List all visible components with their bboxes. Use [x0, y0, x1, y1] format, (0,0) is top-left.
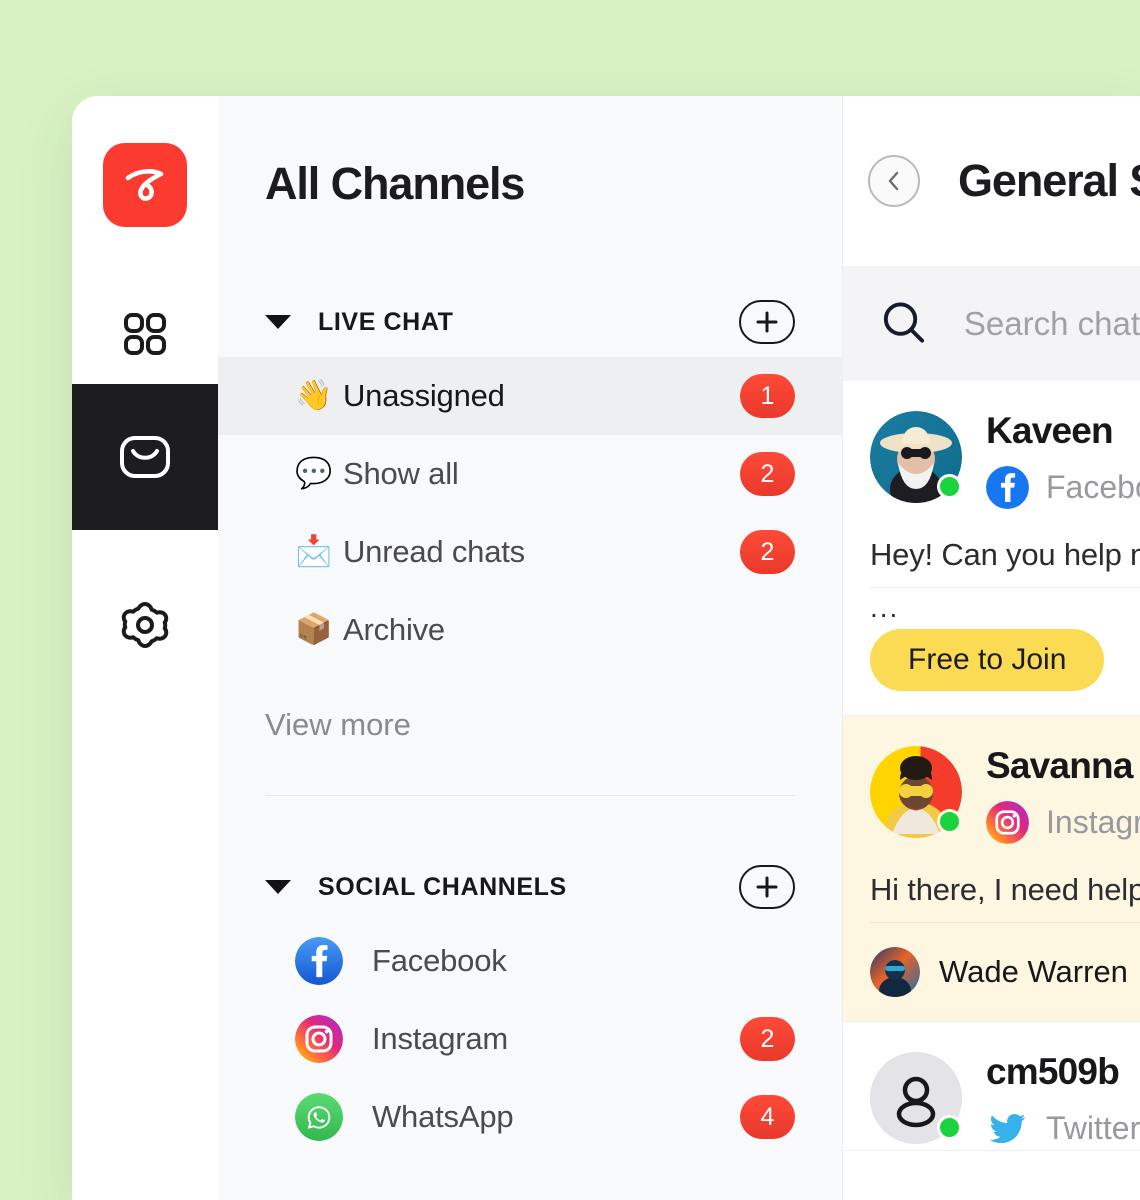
wave-emoji: 👋	[295, 379, 333, 412]
online-status-dot	[937, 474, 962, 499]
status-badge: 2	[740, 1017, 795, 1061]
sidebar-item-unassigned[interactable]: 👋 Unassigned 1	[218, 357, 842, 435]
chat-item-footer: ... Free to Join	[870, 586, 1140, 716]
facebook-icon	[295, 937, 343, 985]
sidebar-item-label: Archive	[343, 612, 445, 647]
chat-list-item[interactable]: cm509b Twitter	[843, 1022, 1140, 1151]
chat-item-header: Kaveen Facebook	[870, 410, 1140, 509]
avatar	[870, 946, 920, 997]
sidebar-item-label: Show all	[343, 456, 459, 491]
inbox-envelope-icon	[120, 436, 170, 478]
chat-item-header: Savanna Instagra	[870, 746, 1140, 844]
chat-source: Facebook	[986, 465, 1140, 509]
sidebar-item-label: Unread chats	[343, 534, 525, 569]
sidebar-item-whatsapp[interactable]: WhatsApp 4	[218, 1078, 842, 1156]
nav-item-settings[interactable]	[72, 574, 218, 674]
chat-preview-text: Hey! Can you help me	[870, 536, 1140, 572]
avatar	[870, 411, 962, 503]
chat-tag[interactable]: Free to Join	[870, 629, 1105, 692]
chat-item-meta: Kaveen Facebook	[986, 410, 1140, 509]
chat-assignee[interactable]: Wade Warren	[870, 946, 1140, 997]
chat-source: Twitter	[986, 1107, 1140, 1150]
status-badge: 1	[740, 374, 795, 418]
app-logo-glyph	[125, 169, 164, 201]
chat-source-label: Facebook	[1046, 468, 1140, 505]
status-badge: 4	[740, 1095, 795, 1139]
chat-contact-name: Kaveen	[986, 410, 1114, 451]
chat-contact-name: Savanna	[986, 745, 1133, 787]
chat-item-header: cm509b Twitter	[870, 1050, 1140, 1150]
incoming-envelope-emoji: 📩	[295, 535, 333, 568]
status-badge: 2	[740, 452, 795, 496]
plus-icon	[756, 876, 778, 898]
sidebar-item-label: Facebook	[372, 943, 507, 978]
sidebar-item-label: Instagram	[372, 1021, 509, 1056]
online-status-dot	[937, 809, 962, 835]
chat-list-panel: General Su Search chat	[843, 96, 1140, 1200]
status-badge: 2	[740, 530, 795, 574]
sidebar-item-unread-chats[interactable]: 📩 Unread chats 2	[218, 513, 842, 591]
chat-item-meta: Savanna Instagra	[986, 746, 1140, 844]
avatar	[870, 1051, 962, 1144]
section-header-live-chat[interactable]: LIVE CHAT	[218, 287, 842, 357]
online-status-dot	[937, 1114, 962, 1140]
chevron-down-icon[interactable]	[265, 880, 291, 894]
truncation-ellipsis: ...	[870, 591, 900, 623]
speech-balloon-emoji: 💬	[295, 457, 333, 490]
chat-source-label: Twitter	[1046, 1109, 1140, 1146]
back-button[interactable]	[868, 155, 920, 207]
chat-preview-text: Hi there, I need help	[870, 871, 1140, 907]
photo-avatar-agent	[870, 946, 920, 997]
sidebar-item-show-all[interactable]: 💬 Show all 2	[218, 435, 842, 513]
section-label-live-chat: LIVE CHAT	[318, 307, 454, 336]
twitter-icon	[986, 1107, 1029, 1150]
page-title: All Channels	[265, 158, 525, 209]
search-placeholder: Search chat	[963, 304, 1140, 342]
chat-list-item[interactable]: Savanna Instagra Hi	[843, 716, 1140, 1022]
instagram-icon	[986, 800, 1029, 844]
grid-icon	[124, 313, 166, 355]
avatar	[870, 746, 962, 839]
chevron-down-icon[interactable]	[265, 315, 291, 329]
chat-item-footer: Wade Warren	[870, 921, 1140, 1021]
chat-contact-name: cm509b	[986, 1050, 1120, 1092]
chat-panel-header: General Su	[843, 96, 1140, 266]
search-input[interactable]: Search chat	[843, 266, 1140, 381]
channels-panel: All Channels LIVE CHAT 👋 Unassigned 1 💬 …	[218, 96, 843, 1200]
whatsapp-icon	[295, 1093, 343, 1141]
plus-icon	[756, 311, 778, 333]
sidebar-item-label: Unassigned	[343, 378, 505, 413]
facebook-icon	[986, 465, 1029, 509]
view-more-link[interactable]: View more	[218, 669, 842, 743]
app-window: All Channels LIVE CHAT 👋 Unassigned 1 💬 …	[72, 96, 1140, 1200]
section-divider	[265, 795, 795, 796]
instagram-icon	[295, 1015, 343, 1063]
section-label-social-channels: SOCIAL CHANNELS	[318, 872, 567, 901]
app-logo[interactable]	[103, 143, 187, 227]
nav-item-inbox[interactable]	[72, 384, 218, 530]
chat-list-item[interactable]: Kaveen Facebook Hey! Can you help me ..	[843, 381, 1140, 717]
add-social-channel-button[interactable]	[739, 865, 795, 909]
sidebar-item-archive[interactable]: 📦 Archive	[218, 591, 842, 669]
sidebar-item-instagram[interactable]: Instagram 2	[218, 1000, 842, 1078]
search-icon	[883, 301, 925, 343]
chat-item-meta: cm509b Twitter	[986, 1050, 1140, 1150]
chat-panel-title: General Su	[958, 155, 1140, 206]
primary-nav-rail	[72, 96, 218, 1200]
chat-source: Instagra	[986, 800, 1140, 844]
sidebar-item-label: WhatsApp	[372, 1099, 514, 1134]
nav-item-apps[interactable]	[72, 284, 218, 384]
chat-source-label: Instagra	[1046, 803, 1140, 840]
section-header-social-channels[interactable]: SOCIAL CHANNELS	[218, 852, 842, 922]
add-live-chat-button[interactable]	[739, 300, 795, 344]
chat-assignee-name: Wade Warren	[939, 953, 1128, 989]
sidebar-item-facebook[interactable]: Facebook	[218, 922, 842, 1000]
package-emoji: 📦	[295, 613, 333, 646]
chevron-left-icon	[888, 171, 899, 191]
gear-icon	[121, 602, 169, 648]
